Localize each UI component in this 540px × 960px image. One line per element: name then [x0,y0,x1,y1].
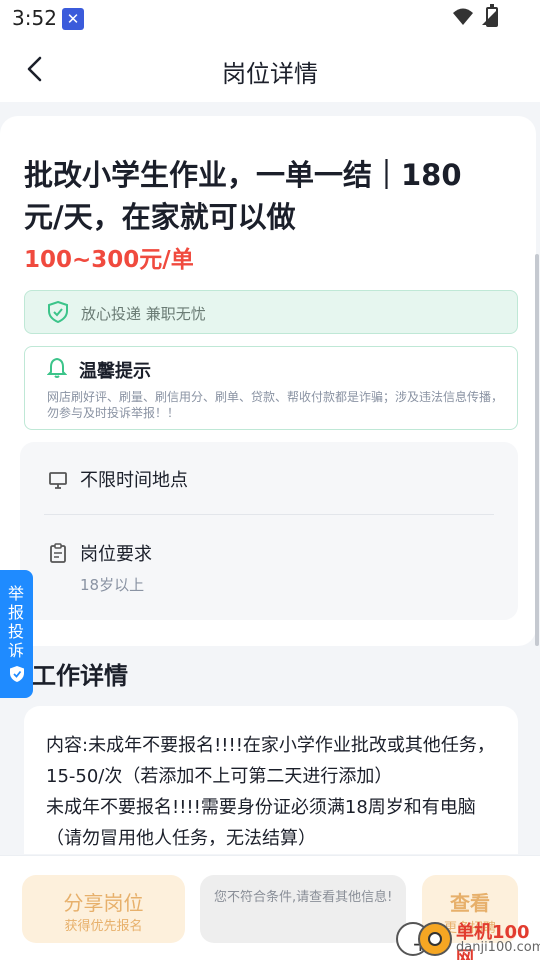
content-scroll[interactable]: 批改小学生作业，一单一结｜180元/天，在家就可以做 100~300元/单 放心… [0,102,540,854]
monitor-icon [49,472,67,489]
requirement-value: 18岁以上 [80,576,145,594]
status-time: 3:52 [12,6,57,30]
shield-icon [10,666,24,682]
scrollbar-thumb[interactable] [535,254,539,646]
nav-bar: 岗位详情 [0,36,540,102]
detail-line-1: 内容:未成年不要报名!!!!在家小学作业批改或其他任务，15-50/次（若添加不… [46,735,495,787]
tip-title: 温馨提示 [79,361,151,382]
job-salary: 100~300元/单 [24,247,194,273]
job-title: 批改小学生作业，一单一结｜180元/天，在家就可以做 [24,158,462,234]
watermark-inner-dot [428,932,442,946]
safe-delivery-text: 放心投递 兼职无忧 [81,305,206,323]
warm-tip-box: 温馨提示 网店刷好评、刷量、刷信用分、刷单、贷款、帮收付款都是诈骗；涉及违法信息… [24,346,518,430]
clipboard-icon [50,543,66,563]
status-bar: 3:52 ✕ [0,0,540,36]
watermark-domain: danji100.com [456,940,540,955]
bell-icon [47,357,67,378]
share-job-button[interactable]: 分享岗位 获得优先报名 [22,875,185,943]
detail-line-2: 未成年不要报名!!!!需要身份证必须满18周岁和有电脑（请勿冒用他人任务，无法结… [46,797,476,849]
info-row-location: 不限时间地点 [44,464,494,512]
work-detail-text: 内容:未成年不要报名!!!!在家小学作业批改或其他任务，15-50/次（若添加不… [46,730,506,854]
notice-text: 您不符合条件,请查看其他信息! [214,890,393,905]
divider [44,514,494,515]
location-text: 不限时间地点 [80,470,188,491]
report-label: 举报投诉 [8,584,25,660]
report-complaint-tab[interactable]: 举报投诉 [0,570,33,698]
battery-icon [486,4,498,27]
requirement-title: 岗位要求 [80,544,152,565]
page-title: 岗位详情 [222,60,318,88]
tip-text: 网店刷好评、刷量、刷信用分、刷单、贷款、帮收付款都是诈骗；涉及违法信息传播，勿参… [47,390,504,420]
app-notification-icon: ✕ [62,8,84,30]
shield-check-icon [48,301,68,323]
ineligible-notice: 您不符合条件,请查看其他信息! [200,875,406,943]
watermark-logo: + 单机100网 danji100.com [392,916,540,960]
work-detail-card: 内容:未成年不要报名!!!!在家小学作业批改或其他任务，15-50/次（若添加不… [24,706,518,854]
work-detail-heading: 工作详情 [32,662,128,690]
share-sub-label: 获得优先报名 [64,919,143,934]
safe-delivery-bar: 放心投递 兼职无忧 [24,290,518,334]
wifi-icon [453,8,473,25]
share-label: 分享岗位 [63,891,144,915]
view-label: 查看 [450,891,490,915]
